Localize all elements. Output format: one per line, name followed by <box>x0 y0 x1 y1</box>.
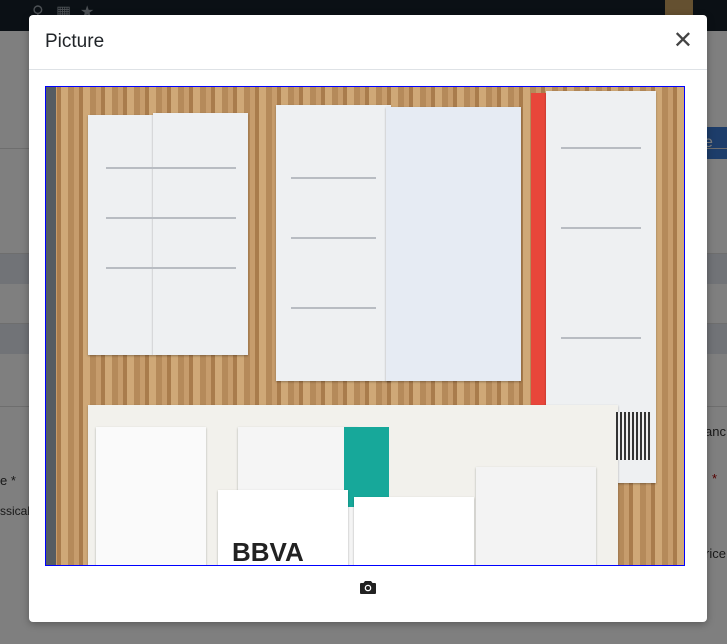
close-icon[interactable]: ✕ <box>673 29 693 53</box>
modal-title: Picture <box>45 31 105 52</box>
modal-header: Picture ✕ <box>29 15 707 70</box>
picture-modal: Picture ✕ BBVA <box>29 15 707 622</box>
camera-icon[interactable] <box>360 580 376 599</box>
receipt-picture: BBVA <box>45 86 685 566</box>
